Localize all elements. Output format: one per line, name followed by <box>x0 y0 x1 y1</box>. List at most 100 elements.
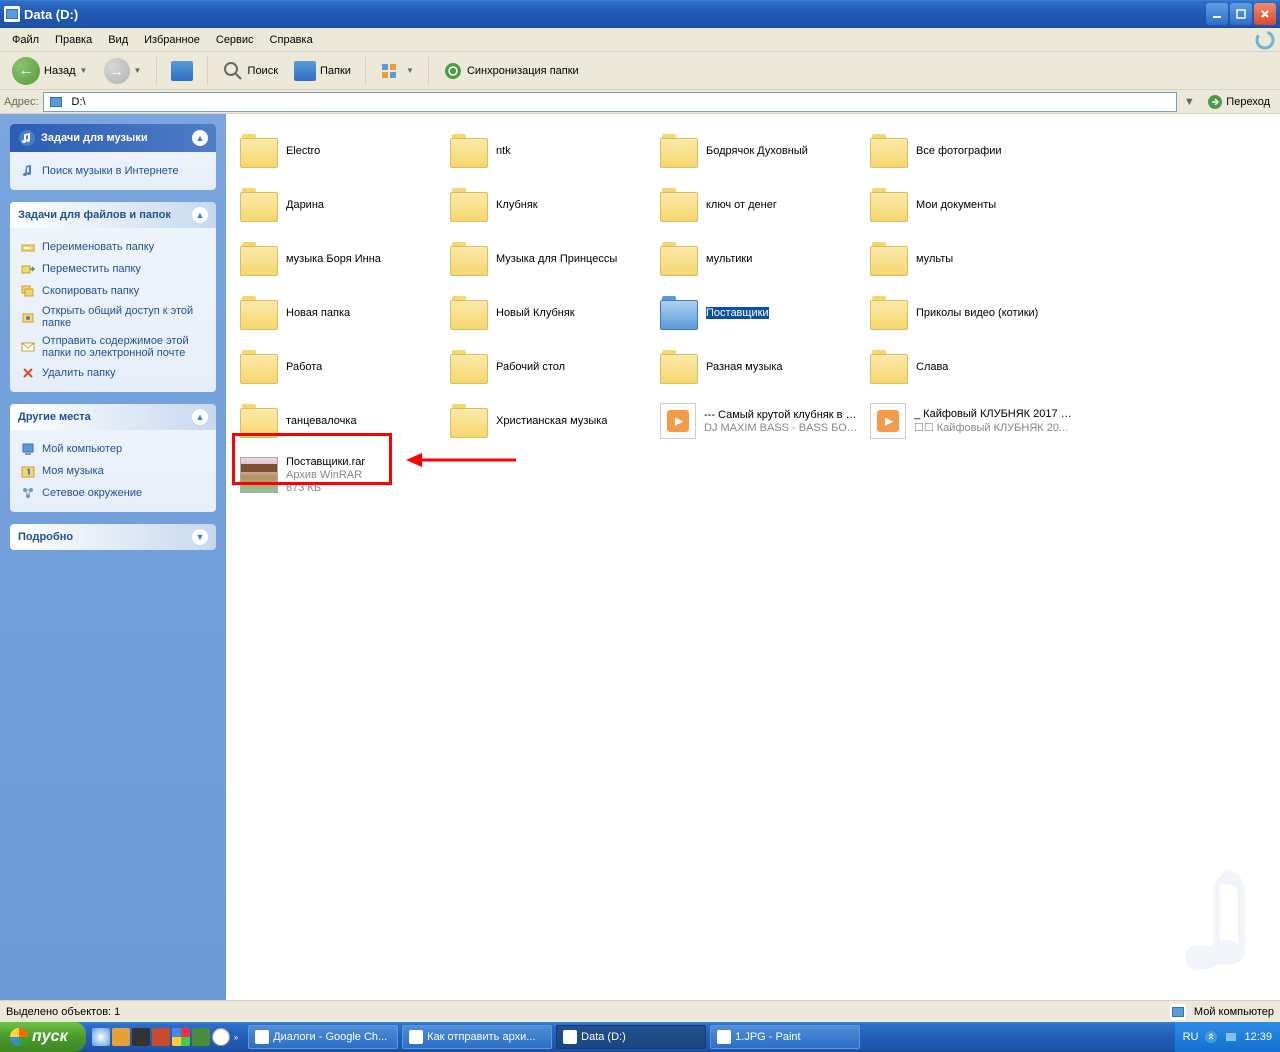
ql-app-icon[interactable] <box>112 1028 130 1046</box>
sidebar-panel-title: Задачи для файлов и папок <box>18 209 171 221</box>
ql-chevron-icon[interactable]: » <box>232 1033 240 1042</box>
taskbar-item[interactable]: 1.JPG - Paint <box>710 1025 860 1049</box>
ql-app-icon[interactable] <box>152 1028 170 1046</box>
up-button[interactable] <box>165 59 199 83</box>
folder-item[interactable]: ключ от денег <box>656 178 866 232</box>
ql-chrome-icon[interactable] <box>172 1028 190 1046</box>
sidebar-panel-header[interactable]: Другие места ▲ <box>10 404 216 430</box>
start-button[interactable]: пуск <box>0 1022 86 1052</box>
folder-item[interactable]: Новый Клубняк <box>446 286 656 340</box>
forward-button[interactable]: → ▼ <box>98 56 148 86</box>
file-name: --- Самый крутой клубняк в 2016-2017-201… <box>704 409 862 421</box>
folder-item[interactable]: Все фотографии <box>866 124 1076 178</box>
file-name: Поставщики.rar <box>286 456 365 468</box>
collapse-icon[interactable]: ▲ <box>192 207 208 223</box>
drive-icon <box>4 6 20 22</box>
tray-clock[interactable]: 12:39 <box>1244 1031 1272 1043</box>
forward-dropdown[interactable]: ▼ <box>134 66 142 75</box>
folder-item[interactable]: танцевалочка <box>236 394 446 448</box>
taskbar-item[interactable]: Как отправить архи... <box>402 1025 552 1049</box>
sidebar-link[interactable]: Мой компьютер <box>20 438 206 460</box>
folder-item[interactable]: Мои документы <box>866 178 1076 232</box>
folder-icon <box>240 188 278 222</box>
window-title: Data (D:) <box>24 7 1206 22</box>
copy-icon <box>20 283 36 299</box>
address-dropdown[interactable]: ▼ <box>1181 96 1197 108</box>
folders-button[interactable]: Папки <box>288 59 357 83</box>
tray-icon[interactable] <box>1224 1030 1238 1044</box>
taskbar-item[interactable]: Data (D:) <box>556 1025 706 1049</box>
search-icon <box>222 60 244 82</box>
folder-icon <box>240 350 278 384</box>
menu-view[interactable]: Вид <box>100 32 136 48</box>
ql-app-icon[interactable] <box>132 1028 150 1046</box>
menu-edit[interactable]: Правка <box>47 32 100 48</box>
collapse-icon[interactable]: ▼ <box>192 529 208 545</box>
back-button[interactable]: ← Назад ▼ <box>6 55 94 87</box>
sidebar-panel-body: Поиск музыки в Интернете <box>10 152 216 190</box>
folder-item[interactable]: музыка Боря Инна <box>236 232 446 286</box>
menu-file[interactable]: Файл <box>4 32 47 48</box>
menu-tools[interactable]: Сервис <box>208 32 262 48</box>
menu-help[interactable]: Справка <box>262 32 321 48</box>
folder-item[interactable]: Слава <box>866 340 1076 394</box>
sidebar-link-label: Удалить папку <box>42 367 116 379</box>
collapse-icon[interactable]: ▲ <box>192 409 208 425</box>
folder-item[interactable]: Музыка для Принцессы <box>446 232 656 286</box>
sidebar-link[interactable]: Сетевое окружение <box>20 482 206 504</box>
sidebar-link[interactable]: Переместить папку <box>20 258 206 280</box>
ql-app-icon[interactable] <box>212 1028 230 1046</box>
close-button[interactable] <box>1254 3 1276 25</box>
folder-item[interactable]: мульты <box>866 232 1076 286</box>
sync-button[interactable]: Синхронизация папки <box>437 59 585 83</box>
folder-item[interactable]: Христианская музыка <box>446 394 656 448</box>
folder-item[interactable]: Работа <box>236 340 446 394</box>
folder-item[interactable]: Приколы видео (котики) <box>866 286 1076 340</box>
sidebar-panel: Подробно▼ <box>10 524 216 550</box>
sidebar-panel-body: Мой компьютерМоя музыкаСетевое окружение <box>10 430 216 512</box>
sidebar-panel-title: Другие места <box>18 411 91 423</box>
folder-item[interactable]: Разная музыка <box>656 340 866 394</box>
folder-item[interactable]: Electro <box>236 124 446 178</box>
folder-item[interactable]: Бодрячок Духовный <box>656 124 866 178</box>
sidebar-link[interactable]: Отправить содержимое этой папки по элект… <box>20 332 206 362</box>
folder-item[interactable]: Клубняк <box>446 178 656 232</box>
go-button[interactable]: Переход <box>1201 92 1276 112</box>
sidebar-panel-header[interactable]: Задачи для музыки▲ <box>10 124 216 152</box>
folder-item[interactable]: Поставщики <box>656 286 866 340</box>
address-label: Адрес: <box>4 96 39 108</box>
minimize-button[interactable] <box>1206 3 1228 25</box>
go-label: Переход <box>1226 96 1270 108</box>
sidebar-link[interactable]: Переименовать папку <box>20 236 206 258</box>
tray-chevron-icon[interactable] <box>1204 1030 1218 1044</box>
address-input[interactable]: D:\ <box>43 92 1178 112</box>
folder-item[interactable]: мультики <box>656 232 866 286</box>
menu-favorites[interactable]: Избранное <box>136 32 208 48</box>
back-dropdown[interactable]: ▼ <box>80 66 88 75</box>
sidebar-link[interactable]: Удалить папку <box>20 362 206 384</box>
tray-language[interactable]: RU <box>1183 1031 1199 1043</box>
collapse-icon[interactable]: ▲ <box>192 130 208 146</box>
folder-item[interactable]: ntk <box>446 124 656 178</box>
views-button[interactable]: ▼ <box>374 59 420 83</box>
sidebar-link-label: Скопировать папку <box>42 285 139 297</box>
sidebar-panel-header[interactable]: Задачи для файлов и папок ▲ <box>10 202 216 228</box>
folder-item[interactable]: Дарина <box>236 178 446 232</box>
sidebar-link[interactable]: Моя музыка <box>20 460 206 482</box>
sidebar-link[interactable]: Открыть общий доступ к этой папке <box>20 302 206 332</box>
mp3-item[interactable]: _ Кайфовый КЛУБНЯК 2017 _ - Luna - Run T… <box>866 394 1076 448</box>
ql-app-icon[interactable] <box>192 1028 210 1046</box>
file-area[interactable]: ElectrontkБодрячок ДуховныйВсе фотографи… <box>226 114 1280 1000</box>
sidebar-panel-header[interactable]: Подробно▼ <box>10 524 216 550</box>
folder-item[interactable]: Рабочий стол <box>446 340 656 394</box>
taskbar-item[interactable]: Диалоги - Google Ch... <box>248 1025 398 1049</box>
sidebar-link[interactable]: Скопировать папку <box>20 280 206 302</box>
folder-item[interactable]: Новая папка <box>236 286 446 340</box>
rar-item[interactable]: Поставщики.rarАрхив WinRAR873 КБ <box>236 448 446 502</box>
mp3-item[interactable]: --- Самый крутой клубняк в 2016-2017-201… <box>656 394 866 448</box>
task-label: Диалоги - Google Ch... <box>273 1031 387 1043</box>
ql-ie-icon[interactable] <box>92 1028 110 1046</box>
sidebar-link[interactable]: Поиск музыки в Интернете <box>20 160 206 182</box>
search-button[interactable]: Поиск <box>216 58 284 84</box>
maximize-button[interactable] <box>1230 3 1252 25</box>
